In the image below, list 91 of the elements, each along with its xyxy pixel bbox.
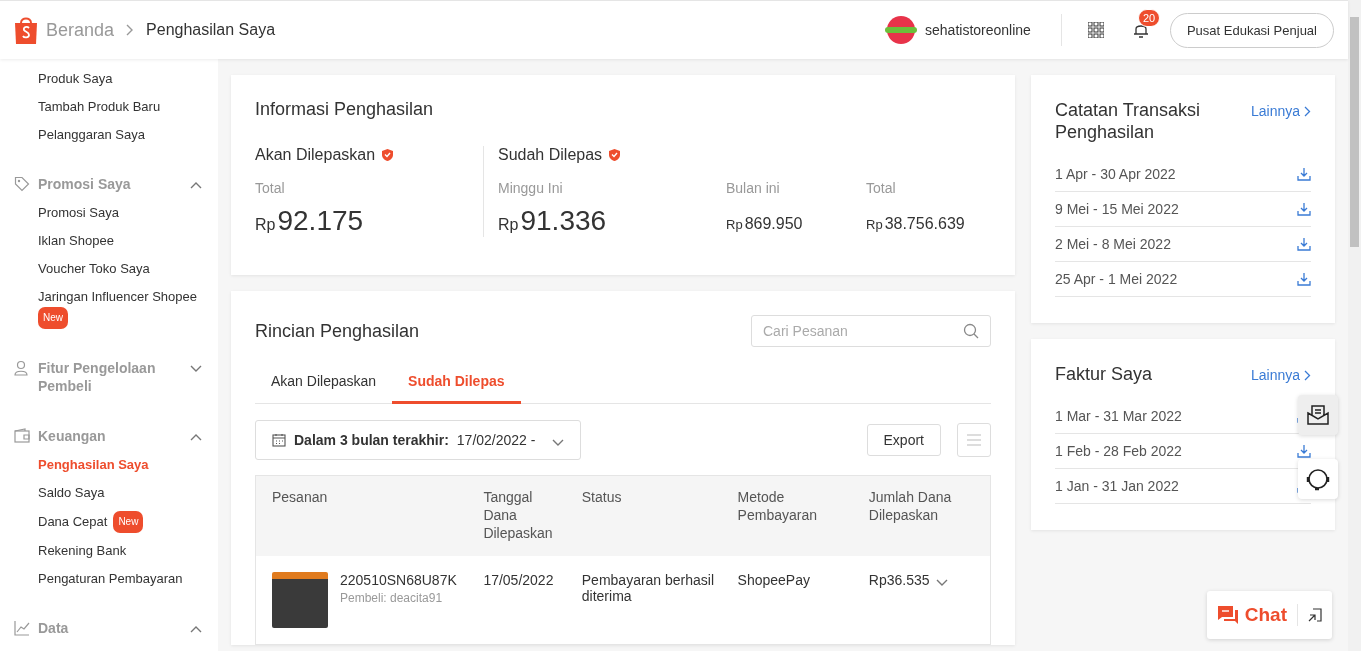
buyer-name: Pembeli: deacita91 bbox=[340, 590, 444, 606]
column-header: Metode Pembayaran bbox=[729, 475, 861, 556]
section-title: Akan Dilepaskan bbox=[255, 146, 376, 164]
chevron-right-icon bbox=[1304, 105, 1311, 117]
chevron-right-icon bbox=[126, 24, 135, 36]
order-id[interactable]: 220510SN68U87K bbox=[340, 572, 457, 588]
amount-value: Rp38.756.639 bbox=[866, 214, 966, 233]
table-cell: ShopeePay bbox=[729, 556, 861, 645]
sidebar-item[interactable]: Produk Saya bbox=[38, 69, 113, 89]
chevron-right-icon bbox=[1304, 369, 1311, 381]
store-avatar[interactable] bbox=[887, 16, 916, 44]
sidebar-item[interactable]: Rekening Bank bbox=[38, 541, 127, 561]
line-chart-icon bbox=[14, 620, 30, 636]
metric-label: Total bbox=[255, 180, 286, 196]
product-photo-placeholder bbox=[272, 572, 328, 628]
more-link[interactable]: Lainnya bbox=[1250, 103, 1311, 119]
chevron-icon bbox=[190, 625, 202, 633]
amount-value: Rp 91.336 bbox=[498, 205, 608, 237]
export-button[interactable]: Export bbox=[866, 424, 941, 456]
chevron-icon bbox=[190, 433, 202, 441]
page-title: Penghasilan Saya bbox=[146, 21, 276, 39]
sidebar-item[interactable]: Iklan Shopee bbox=[38, 231, 114, 251]
download-icon[interactable] bbox=[1297, 167, 1311, 181]
chevron-icon bbox=[190, 365, 202, 373]
table-cell: 17/05/2022 bbox=[475, 556, 574, 645]
popout-icon[interactable] bbox=[1308, 608, 1322, 622]
card-title: Catatan Transaksi Penghasilan bbox=[1055, 99, 1202, 143]
metric-label: Minggu Ini bbox=[498, 180, 564, 196]
person-icon bbox=[14, 360, 30, 376]
card-title: Informasi Penghasilan bbox=[255, 99, 435, 120]
headset-icon bbox=[1306, 467, 1330, 491]
shield-icon bbox=[608, 148, 622, 162]
envelope-icon bbox=[1307, 405, 1329, 425]
mail-button[interactable] bbox=[1298, 395, 1338, 435]
apps-grid-icon[interactable] bbox=[1087, 22, 1104, 38]
period-label: 1 Jan - 31 Jan 2022 bbox=[1055, 478, 1179, 494]
download-icon[interactable] bbox=[1297, 272, 1311, 286]
caret-icon bbox=[552, 438, 564, 447]
search-icon bbox=[963, 323, 979, 339]
column-header: Status bbox=[573, 475, 730, 556]
period-label: 1 Mar - 31 Mar 2022 bbox=[1055, 408, 1182, 424]
tab[interactable]: Akan Dilepaskan bbox=[255, 361, 393, 404]
sidebar-item[interactable]: Penghasilan Saya bbox=[38, 455, 149, 475]
shopping-bag-logo[interactable] bbox=[14, 15, 38, 45]
period-label: 25 Apr - 1 Mei 2022 bbox=[1055, 271, 1178, 287]
column-header: Pesanan bbox=[255, 475, 476, 556]
date-range-dropdown[interactable]: Dalam 3 bulan terakhir: 17/02/2022 - bbox=[255, 420, 581, 460]
download-icon[interactable] bbox=[1297, 444, 1311, 458]
download-icon[interactable] bbox=[1297, 237, 1311, 251]
section-title: Sudah Dilepas bbox=[498, 146, 603, 164]
wallet-icon bbox=[14, 428, 30, 444]
tab[interactable]: Sudah Dilepas bbox=[392, 361, 521, 404]
column-header: Tanggal Dana Dilepaskan bbox=[475, 475, 574, 556]
sidebar-item[interactable]: Saldo Saya bbox=[38, 483, 105, 503]
table-cell: Pembayaran berhasil diterima bbox=[573, 556, 730, 645]
card-title: Faktur Saya bbox=[1055, 363, 1154, 385]
amount-value: Rp869.950 bbox=[726, 214, 804, 233]
amount-cell: Rp36.535 bbox=[868, 572, 930, 588]
amount-value: Rp 92.175 bbox=[255, 205, 365, 237]
period-label: 1 Feb - 28 Feb 2022 bbox=[1055, 443, 1182, 459]
sidebar-item[interactable]: Tambah Produk Baru bbox=[38, 97, 161, 117]
chat-bubbles-icon bbox=[1216, 605, 1239, 625]
period-label: 2 Mei - 8 Mei 2022 bbox=[1055, 236, 1171, 252]
shield-icon bbox=[381, 148, 395, 162]
search-field[interactable]: Cari Pesanan bbox=[751, 315, 991, 347]
store-name[interactable]: sehatistoreonline bbox=[925, 22, 1031, 38]
sidebar-item[interactable]: Pengaturan Pembayaran bbox=[38, 569, 183, 589]
period-label: 1 Apr - 30 Apr 2022 bbox=[1055, 166, 1176, 182]
metric-label: Bulan ini bbox=[726, 180, 781, 196]
menu-icon bbox=[967, 434, 981, 446]
more-link[interactable]: Lainnya bbox=[1250, 367, 1311, 383]
period-label: 9 Mei - 15 Mei 2022 bbox=[1055, 201, 1179, 217]
chevron-icon bbox=[190, 181, 202, 189]
sidebar-item[interactable]: Voucher Toko Saya bbox=[38, 259, 150, 279]
metric-label: Total bbox=[866, 180, 897, 196]
sidebar-item[interactable]: Promosi Saya bbox=[38, 203, 119, 223]
scrollbar[interactable] bbox=[1348, 0, 1361, 651]
expand-chevron-icon bbox=[935, 578, 948, 587]
tag-icon bbox=[14, 176, 30, 192]
sidebar-item[interactable]: Pelanggaran Saya bbox=[38, 125, 145, 145]
new-badge: New bbox=[113, 511, 144, 533]
support-button[interactable] bbox=[1298, 459, 1338, 499]
calendar-icon bbox=[272, 433, 286, 447]
column-header: Jumlah Dana Dilepaskan bbox=[860, 475, 991, 556]
card-title: Rincian Penghasilan bbox=[255, 320, 420, 342]
download-icon[interactable] bbox=[1297, 202, 1311, 216]
notification-badge: 20 bbox=[1137, 9, 1161, 27]
new-badge: New bbox=[38, 307, 68, 329]
seller-education-button[interactable]: Pusat Edukasi Penjual bbox=[1169, 12, 1334, 48]
sidebar-item[interactable]: Jaringan Influencer Shopee bbox=[38, 287, 197, 307]
sidebar-item[interactable]: Dana Cepat bbox=[38, 512, 108, 532]
